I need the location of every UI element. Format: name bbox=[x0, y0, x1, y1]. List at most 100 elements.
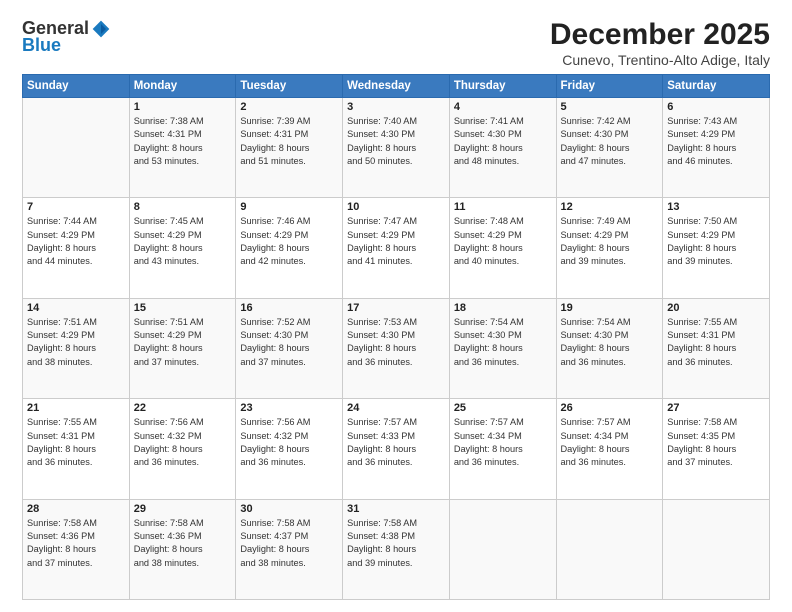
day-number: 2 bbox=[240, 101, 338, 113]
day-info: Sunrise: 7:45 AM Sunset: 4:29 PM Dayligh… bbox=[134, 215, 232, 268]
day-number: 28 bbox=[27, 503, 125, 515]
week-row-5: 28 Sunrise: 7:58 AM Sunset: 4:36 PM Dayli… bbox=[23, 499, 770, 599]
month-title: December 2025 bbox=[550, 18, 770, 52]
day-cell: 28 Sunrise: 7:58 AM Sunset: 4:36 PM Dayli… bbox=[23, 499, 130, 599]
week-row-2: 7 Sunrise: 7:44 AM Sunset: 4:29 PM Daylig… bbox=[23, 198, 770, 298]
day-cell: 11Sunrise: 7:48 AM Sunset: 4:29 PM Dayli… bbox=[449, 198, 556, 298]
day-cell: 17Sunrise: 7:53 AM Sunset: 4:30 PM Dayli… bbox=[343, 298, 450, 398]
logo-blue-text: Blue bbox=[22, 35, 61, 56]
day-cell: 3 Sunrise: 7:40 AM Sunset: 4:30 PM Daylig… bbox=[343, 98, 450, 198]
day-info: Sunrise: 7:56 AM Sunset: 4:32 PM Dayligh… bbox=[240, 416, 338, 469]
day-info: Sunrise: 7:40 AM Sunset: 4:30 PM Dayligh… bbox=[347, 115, 445, 168]
day-number: 20 bbox=[667, 302, 765, 314]
day-cell: 26 Sunrise: 7:57 AM Sunset: 4:34 PM Dayli… bbox=[556, 399, 663, 499]
calendar-header-sunday: Sunday bbox=[23, 75, 130, 98]
day-number: 21 bbox=[27, 402, 125, 414]
day-info: Sunrise: 7:50 AM Sunset: 4:29 PM Dayligh… bbox=[667, 215, 765, 268]
day-info: Sunrise: 7:55 AM Sunset: 4:31 PM Dayligh… bbox=[667, 316, 765, 369]
day-number: 29 bbox=[134, 503, 232, 515]
day-cell: 16Sunrise: 7:52 AM Sunset: 4:30 PM Dayli… bbox=[236, 298, 343, 398]
day-info: Sunrise: 7:46 AM Sunset: 4:29 PM Dayligh… bbox=[240, 215, 338, 268]
day-info: Sunrise: 7:41 AM Sunset: 4:30 PM Dayligh… bbox=[454, 115, 552, 168]
day-number: 16 bbox=[240, 302, 338, 314]
week-row-1: 1 Sunrise: 7:38 AM Sunset: 4:31 PM Daylig… bbox=[23, 98, 770, 198]
day-cell: 4 Sunrise: 7:41 AM Sunset: 4:30 PM Daylig… bbox=[449, 98, 556, 198]
day-number: 15 bbox=[134, 302, 232, 314]
day-info: Sunrise: 7:58 AM Sunset: 4:37 PM Dayligh… bbox=[240, 517, 338, 570]
day-info: Sunrise: 7:56 AM Sunset: 4:32 PM Dayligh… bbox=[134, 416, 232, 469]
day-cell: 24Sunrise: 7:57 AM Sunset: 4:33 PM Dayli… bbox=[343, 399, 450, 499]
day-info: Sunrise: 7:51 AM Sunset: 4:29 PM Dayligh… bbox=[27, 316, 125, 369]
day-cell: 6Sunrise: 7:43 AM Sunset: 4:29 PM Daylig… bbox=[663, 98, 770, 198]
title-section: December 2025 Cunevo, Trentino-Alto Adig… bbox=[550, 18, 770, 68]
day-info: Sunrise: 7:58 AM Sunset: 4:35 PM Dayligh… bbox=[667, 416, 765, 469]
calendar-header-tuesday: Tuesday bbox=[236, 75, 343, 98]
day-number: 26 bbox=[561, 402, 659, 414]
day-number: 18 bbox=[454, 302, 552, 314]
day-info: Sunrise: 7:49 AM Sunset: 4:29 PM Dayligh… bbox=[561, 215, 659, 268]
day-cell: 27 Sunrise: 7:58 AM Sunset: 4:35 PM Dayli… bbox=[663, 399, 770, 499]
calendar-header-wednesday: Wednesday bbox=[343, 75, 450, 98]
day-info: Sunrise: 7:38 AM Sunset: 4:31 PM Dayligh… bbox=[134, 115, 232, 168]
day-number: 13 bbox=[667, 201, 765, 213]
day-info: Sunrise: 7:55 AM Sunset: 4:31 PM Dayligh… bbox=[27, 416, 125, 469]
day-number: 3 bbox=[347, 101, 445, 113]
day-number: 9 bbox=[240, 201, 338, 213]
day-info: Sunrise: 7:57 AM Sunset: 4:34 PM Dayligh… bbox=[454, 416, 552, 469]
week-row-4: 21 Sunrise: 7:55 AM Sunset: 4:31 PM Dayli… bbox=[23, 399, 770, 499]
day-cell bbox=[663, 499, 770, 599]
day-cell: 1 Sunrise: 7:38 AM Sunset: 4:31 PM Daylig… bbox=[129, 98, 236, 198]
day-cell: 14 Sunrise: 7:51 AM Sunset: 4:29 PM Dayli… bbox=[23, 298, 130, 398]
day-info: Sunrise: 7:58 AM Sunset: 4:36 PM Dayligh… bbox=[27, 517, 125, 570]
day-cell: 13 Sunrise: 7:50 AM Sunset: 4:29 PM Dayli… bbox=[663, 198, 770, 298]
day-number: 14 bbox=[27, 302, 125, 314]
day-number: 7 bbox=[27, 201, 125, 213]
day-number: 4 bbox=[454, 101, 552, 113]
day-cell: 25 Sunrise: 7:57 AM Sunset: 4:34 PM Dayli… bbox=[449, 399, 556, 499]
day-number: 22 bbox=[134, 402, 232, 414]
day-info: Sunrise: 7:39 AM Sunset: 4:31 PM Dayligh… bbox=[240, 115, 338, 168]
day-info: Sunrise: 7:47 AM Sunset: 4:29 PM Dayligh… bbox=[347, 215, 445, 268]
day-number: 31 bbox=[347, 503, 445, 515]
calendar: SundayMondayTuesdayWednesdayThursdayFrid… bbox=[22, 74, 770, 600]
day-cell: 2 Sunrise: 7:39 AM Sunset: 4:31 PM Daylig… bbox=[236, 98, 343, 198]
day-number: 25 bbox=[454, 402, 552, 414]
calendar-header-saturday: Saturday bbox=[663, 75, 770, 98]
day-cell: 8 Sunrise: 7:45 AM Sunset: 4:29 PM Daylig… bbox=[129, 198, 236, 298]
day-cell: 12Sunrise: 7:49 AM Sunset: 4:29 PM Dayli… bbox=[556, 198, 663, 298]
day-cell: 30 Sunrise: 7:58 AM Sunset: 4:37 PM Dayli… bbox=[236, 499, 343, 599]
week-row-3: 14 Sunrise: 7:51 AM Sunset: 4:29 PM Dayli… bbox=[23, 298, 770, 398]
day-info: Sunrise: 7:54 AM Sunset: 4:30 PM Dayligh… bbox=[561, 316, 659, 369]
day-number: 19 bbox=[561, 302, 659, 314]
day-info: Sunrise: 7:44 AM Sunset: 4:29 PM Dayligh… bbox=[27, 215, 125, 268]
day-info: Sunrise: 7:43 AM Sunset: 4:29 PM Dayligh… bbox=[667, 115, 765, 168]
day-info: Sunrise: 7:42 AM Sunset: 4:30 PM Dayligh… bbox=[561, 115, 659, 168]
day-cell bbox=[23, 98, 130, 198]
day-cell: 22 Sunrise: 7:56 AM Sunset: 4:32 PM Dayli… bbox=[129, 399, 236, 499]
day-cell: 31 Sunrise: 7:58 AM Sunset: 4:38 PM Dayli… bbox=[343, 499, 450, 599]
day-cell: 18Sunrise: 7:54 AM Sunset: 4:30 PM Dayli… bbox=[449, 298, 556, 398]
day-cell: 10Sunrise: 7:47 AM Sunset: 4:29 PM Dayli… bbox=[343, 198, 450, 298]
location-title: Cunevo, Trentino-Alto Adige, Italy bbox=[550, 52, 770, 68]
day-number: 5 bbox=[561, 101, 659, 113]
day-number: 23 bbox=[240, 402, 338, 414]
day-cell bbox=[556, 499, 663, 599]
day-info: Sunrise: 7:57 AM Sunset: 4:34 PM Dayligh… bbox=[561, 416, 659, 469]
day-number: 1 bbox=[134, 101, 232, 113]
day-info: Sunrise: 7:57 AM Sunset: 4:33 PM Dayligh… bbox=[347, 416, 445, 469]
day-info: Sunrise: 7:51 AM Sunset: 4:29 PM Dayligh… bbox=[134, 316, 232, 369]
calendar-header-monday: Monday bbox=[129, 75, 236, 98]
day-cell: 20 Sunrise: 7:55 AM Sunset: 4:31 PM Dayli… bbox=[663, 298, 770, 398]
day-number: 8 bbox=[134, 201, 232, 213]
day-cell: 9 Sunrise: 7:46 AM Sunset: 4:29 PM Daylig… bbox=[236, 198, 343, 298]
day-cell: 21 Sunrise: 7:55 AM Sunset: 4:31 PM Dayli… bbox=[23, 399, 130, 499]
calendar-header-friday: Friday bbox=[556, 75, 663, 98]
day-cell: 23 Sunrise: 7:56 AM Sunset: 4:32 PM Dayli… bbox=[236, 399, 343, 499]
calendar-header-row: SundayMondayTuesdayWednesdayThursdayFrid… bbox=[23, 75, 770, 98]
day-number: 30 bbox=[240, 503, 338, 515]
day-cell: 19 Sunrise: 7:54 AM Sunset: 4:30 PM Dayli… bbox=[556, 298, 663, 398]
day-info: Sunrise: 7:58 AM Sunset: 4:38 PM Dayligh… bbox=[347, 517, 445, 570]
day-info: Sunrise: 7:48 AM Sunset: 4:29 PM Dayligh… bbox=[454, 215, 552, 268]
day-number: 27 bbox=[667, 402, 765, 414]
logo: General Blue bbox=[22, 18, 111, 56]
